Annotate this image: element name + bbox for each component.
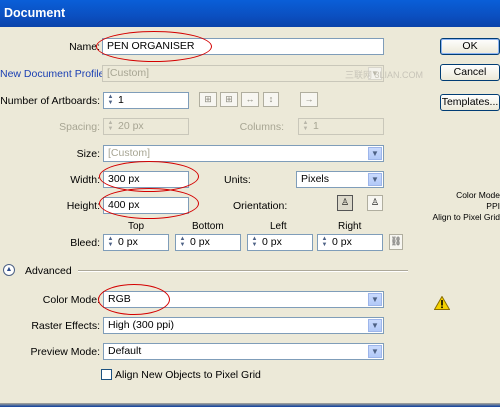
- bleed-top-value: 0 px: [118, 236, 138, 248]
- artboards-label: Number of Artboards:: [0, 95, 100, 107]
- ok-button[interactable]: OK: [440, 38, 500, 55]
- size-value: [Custom]: [108, 147, 151, 159]
- right-to-left-icon[interactable]: →: [300, 92, 318, 107]
- info-align-pixel-grid: Align to Pixel Grid: [432, 212, 500, 222]
- units-select[interactable]: Pixels ▼: [296, 171, 384, 188]
- preview-mode-select[interactable]: Default ▼: [103, 343, 384, 360]
- size-select[interactable]: [Custom] ▼: [103, 145, 384, 162]
- bleed-right-stepper[interactable]: ▲ ▼ 0 px: [317, 234, 383, 251]
- size-label: Size:: [76, 148, 100, 160]
- color-mode-select[interactable]: RGB ▼: [103, 291, 384, 308]
- raster-effects-value: High (300 ppi): [108, 319, 174, 331]
- info-ppi: PPI: [486, 201, 500, 211]
- preview-mode-value: Default: [108, 345, 142, 357]
- profile-select[interactable]: [Custom] ▼: [102, 65, 384, 82]
- window-title: Document: [4, 6, 66, 20]
- artboards-value: 1: [118, 94, 124, 106]
- artboards-stepper[interactable]: ▲ ▼ 1: [103, 92, 189, 109]
- preview-mode-label: Preview Mode:: [30, 346, 100, 358]
- chevron-down-icon: ▼: [368, 173, 382, 186]
- spacing-label: Spacing:: [59, 121, 100, 133]
- profile-value: [Custom]: [107, 67, 150, 79]
- color-mode-label: Color Mode:: [42, 294, 100, 306]
- units-value: Pixels: [301, 173, 330, 185]
- section-divider: [78, 270, 408, 272]
- stepper-arrows-icon: ▲ ▼: [321, 236, 328, 248]
- info-color-mode: Color Mode: [456, 190, 500, 200]
- bleed-label: Bleed:: [70, 237, 100, 249]
- spacing-value: 20 px: [118, 120, 144, 132]
- columns-label: Columns:: [239, 121, 284, 133]
- title-bar[interactable]: Document: [0, 0, 500, 27]
- warning-icon: [433, 295, 451, 310]
- link-bleed-icon[interactable]: ⛓: [389, 234, 403, 250]
- spacing-stepper[interactable]: ▲ ▼ 20 px: [103, 118, 189, 135]
- bleed-left-value: 0 px: [262, 236, 282, 248]
- width-input[interactable]: 300 px: [103, 171, 189, 188]
- align-pixel-grid-checkbox[interactable]: [101, 369, 112, 380]
- chevron-down-icon: ▼: [368, 319, 382, 332]
- stepper-arrows-icon: ▲ ▼: [107, 120, 114, 132]
- units-label: Units:: [224, 174, 251, 186]
- templates-button[interactable]: Templates...: [440, 94, 500, 111]
- height-input[interactable]: 400 px: [103, 197, 189, 214]
- stepper-arrows-icon: ▲ ▼: [179, 236, 186, 248]
- arrange-by-row-icon[interactable]: ↔: [241, 92, 259, 107]
- portrait-icon[interactable]: ♙: [337, 195, 353, 211]
- grid-by-row-icon[interactable]: ⊞: [199, 92, 217, 107]
- advanced-label: Advanced: [25, 265, 72, 277]
- orientation-label: Orientation:: [233, 200, 288, 212]
- name-label: Name:: [69, 41, 100, 53]
- columns-value: 1: [313, 120, 319, 132]
- bleed-right-label: Right: [338, 221, 362, 232]
- align-pixel-grid-label: Align New Objects to Pixel Grid: [115, 369, 261, 381]
- bleed-bottom-stepper[interactable]: ▲ ▼ 0 px: [175, 234, 241, 251]
- grid-by-column-icon[interactable]: ⊞: [220, 92, 238, 107]
- raster-effects-select[interactable]: High (300 ppi) ▼: [103, 317, 384, 334]
- height-label: Height:: [66, 200, 100, 212]
- bleed-top-stepper[interactable]: ▲ ▼ 0 px: [103, 234, 169, 251]
- stepper-arrows-icon: ▲ ▼: [107, 94, 114, 106]
- chevron-down-icon: ▼: [368, 293, 382, 306]
- cancel-button[interactable]: Cancel: [440, 64, 500, 81]
- width-label: Width:: [70, 174, 100, 186]
- bleed-right-value: 0 px: [332, 236, 352, 248]
- arrange-by-column-icon[interactable]: ↕: [263, 92, 279, 107]
- bleed-top-label: Top: [128, 221, 145, 232]
- chevron-down-icon: ▼: [368, 147, 382, 160]
- chevron-down-icon: ▼: [368, 345, 382, 358]
- stepper-arrows-icon: ▲ ▼: [251, 236, 258, 248]
- raster-effects-label: Raster Effects:: [31, 320, 100, 332]
- collapse-advanced-icon[interactable]: ▲: [3, 264, 15, 276]
- profile-label: New Document Profile:: [0, 68, 108, 80]
- stepper-arrows-icon: ▲ ▼: [302, 120, 309, 132]
- color-mode-value: RGB: [108, 293, 131, 305]
- columns-stepper[interactable]: ▲ ▼ 1: [298, 118, 384, 135]
- bleed-left-label: Left: [270, 221, 287, 232]
- bleed-left-stepper[interactable]: ▲ ▼ 0 px: [247, 234, 313, 251]
- bleed-bottom-label: Bottom: [192, 221, 224, 232]
- name-input[interactable]: PEN ORGANISER: [102, 38, 384, 55]
- window-bottom-border: [0, 403, 500, 407]
- watermark: 三联网 3LIAN.COM: [345, 70, 424, 80]
- landscape-icon[interactable]: ♙: [367, 195, 383, 211]
- stepper-arrows-icon: ▲ ▼: [107, 236, 114, 248]
- bleed-bottom-value: 0 px: [190, 236, 210, 248]
